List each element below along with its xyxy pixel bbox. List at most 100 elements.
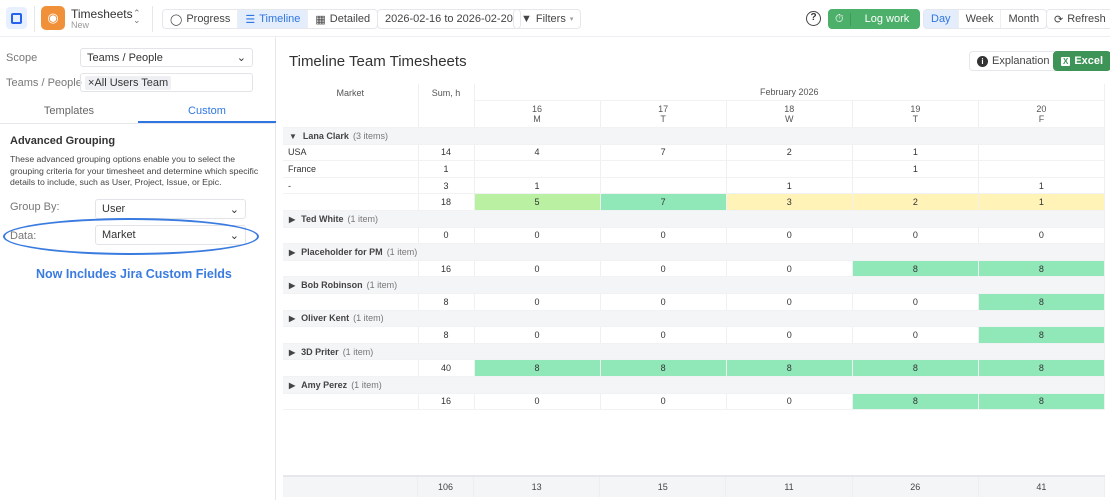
caret-right-icon[interactable]: ▶ bbox=[289, 248, 295, 257]
tab-progress[interactable]: ◯Progress bbox=[163, 10, 237, 28]
hours-cell[interactable] bbox=[726, 161, 852, 178]
app-title[interactable]: Timesheets bbox=[71, 7, 133, 21]
hours-cell[interactable] bbox=[978, 161, 1104, 178]
caret-down-icon[interactable]: ▼ bbox=[289, 132, 297, 141]
weekday: F bbox=[1039, 114, 1045, 124]
total-hours-cell[interactable]: 0 bbox=[474, 294, 600, 311]
group-row[interactable]: ▶Oliver Kent(1 item) bbox=[283, 310, 1105, 327]
hours-cell[interactable] bbox=[978, 144, 1104, 161]
total-hours-cell[interactable]: 7 bbox=[600, 194, 726, 211]
total-hours-cell[interactable]: 0 bbox=[978, 227, 1104, 244]
teams-input[interactable]: ×All Users Team bbox=[80, 73, 253, 92]
hours-cell[interactable]: 2 bbox=[726, 144, 852, 161]
period-week[interactable]: Week bbox=[958, 10, 1001, 28]
empty-cell bbox=[283, 360, 418, 377]
sum-cell: 18 bbox=[418, 194, 474, 211]
group-row[interactable]: ▶Amy Perez(1 item) bbox=[283, 377, 1105, 394]
caret-right-icon[interactable]: ▶ bbox=[289, 381, 295, 390]
total-hours-cell[interactable]: 2 bbox=[852, 194, 978, 211]
hours-cell[interactable]: 7 bbox=[600, 144, 726, 161]
total-hours-cell[interactable]: 0 bbox=[726, 227, 852, 244]
caret-right-icon[interactable]: ▶ bbox=[289, 348, 295, 357]
total-hours-cell[interactable]: 0 bbox=[726, 327, 852, 344]
total-hours-cell[interactable]: 8 bbox=[978, 393, 1104, 410]
total-hours-cell[interactable]: 0 bbox=[474, 227, 600, 244]
total-hours-cell[interactable]: 0 bbox=[726, 260, 852, 277]
total-hours-cell[interactable]: 8 bbox=[978, 260, 1104, 277]
tab-custom[interactable]: Custom bbox=[138, 100, 276, 123]
grid-icon: ▦ bbox=[315, 13, 325, 26]
total-hours-cell[interactable]: 1 bbox=[978, 194, 1104, 211]
tab-timeline[interactable]: ☰Timeline bbox=[237, 10, 307, 28]
total-hours-cell[interactable]: 3 bbox=[726, 194, 852, 211]
total-hours-cell[interactable]: 8 bbox=[852, 260, 978, 277]
tab-templates[interactable]: Templates bbox=[0, 100, 138, 123]
tab-detailed[interactable]: ▦Detailed bbox=[307, 10, 377, 28]
filters-button[interactable]: ▼Filters▾ bbox=[513, 9, 581, 29]
column-header-market[interactable]: Market bbox=[283, 84, 418, 128]
caret-right-icon[interactable]: ▶ bbox=[289, 215, 295, 224]
group-by-select[interactable]: User⌄ bbox=[95, 199, 246, 219]
hours-cell[interactable]: 1 bbox=[978, 177, 1104, 194]
total-hours-cell[interactable]: 5 bbox=[474, 194, 600, 211]
hours-cell[interactable]: 1 bbox=[852, 161, 978, 178]
total-hours-cell[interactable]: 8 bbox=[978, 294, 1104, 311]
caret-right-icon[interactable]: ▶ bbox=[289, 314, 295, 323]
column-header-sum[interactable]: Sum, h bbox=[418, 84, 474, 128]
total-hours-cell[interactable]: 0 bbox=[852, 327, 978, 344]
hours-cell[interactable] bbox=[600, 161, 726, 178]
hours-cell[interactable] bbox=[852, 177, 978, 194]
empty-cell bbox=[283, 194, 418, 211]
total-hours-cell[interactable]: 8 bbox=[978, 360, 1104, 377]
excel-button[interactable]: XExcel bbox=[1053, 51, 1110, 71]
total-hours-cell[interactable]: 0 bbox=[600, 260, 726, 277]
total-hours-cell[interactable]: 8 bbox=[852, 360, 978, 377]
total-hours-cell[interactable]: 0 bbox=[726, 294, 852, 311]
date-range-picker[interactable]: 2026-02-16 to 2026-02-20 bbox=[377, 9, 521, 29]
chevron-down-icon: ⌄ bbox=[237, 51, 246, 64]
total-hours-cell[interactable]: 0 bbox=[474, 327, 600, 344]
group-row[interactable]: ▼Lana Clark(3 items) bbox=[283, 128, 1105, 145]
explanation-button[interactable]: iExplanation bbox=[969, 51, 1058, 71]
hours-cell[interactable]: 1 bbox=[726, 177, 852, 194]
total-hours-cell[interactable]: 8 bbox=[600, 360, 726, 377]
group-row[interactable]: ▶Ted White(1 item) bbox=[283, 211, 1105, 228]
log-work-button[interactable]: ⏱Log work bbox=[828, 9, 920, 29]
group-row[interactable]: ▶3D Priter(1 item) bbox=[283, 343, 1105, 360]
chevron-updown-icon[interactable]: ⌃⌄ bbox=[133, 10, 141, 24]
totals-row: 1061315112641 bbox=[283, 475, 1105, 497]
total-hours-cell[interactable]: 8 bbox=[726, 360, 852, 377]
total-hours-cell[interactable]: 8 bbox=[474, 360, 600, 377]
top-bar: ◉ Timesheets New ⌃⌄ ◯Progress ☰Timeline … bbox=[0, 0, 1110, 37]
caret-icon: ▾ bbox=[570, 15, 574, 23]
hours-cell[interactable] bbox=[600, 177, 726, 194]
total-hours-cell[interactable]: 0 bbox=[600, 327, 726, 344]
total-hours-cell[interactable]: 0 bbox=[474, 260, 600, 277]
total-hours-cell[interactable]: 0 bbox=[600, 393, 726, 410]
hours-cell[interactable]: 1 bbox=[474, 177, 600, 194]
total-hours-cell[interactable]: 8 bbox=[978, 327, 1104, 344]
total-hours-cell[interactable]: 0 bbox=[600, 227, 726, 244]
group-row[interactable]: ▶Placeholder for PM(1 item) bbox=[283, 244, 1105, 261]
hours-cell[interactable]: 4 bbox=[474, 144, 600, 161]
team-tag-label: All Users Team bbox=[94, 77, 168, 89]
tab-label: Timeline bbox=[259, 13, 300, 25]
total-hours-cell[interactable]: 8 bbox=[852, 393, 978, 410]
market-cell: USA bbox=[283, 144, 418, 161]
total-hours-cell[interactable]: 0 bbox=[726, 393, 852, 410]
group-row[interactable]: ▶Bob Robinson(1 item) bbox=[283, 277, 1105, 294]
hours-cell[interactable] bbox=[474, 161, 600, 178]
help-icon[interactable]: ? bbox=[806, 11, 821, 26]
hours-cell[interactable]: 1 bbox=[852, 144, 978, 161]
total-hours-cell[interactable]: 0 bbox=[474, 393, 600, 410]
empty-cell bbox=[283, 227, 418, 244]
period-day[interactable]: Day bbox=[924, 10, 958, 28]
total-hours-cell[interactable]: 0 bbox=[852, 294, 978, 311]
scope-select[interactable]: Teams / People⌄ bbox=[80, 48, 253, 67]
refresh-button[interactable]: ⟳Refresh bbox=[1046, 9, 1110, 29]
sidebar-toggle-button[interactable] bbox=[6, 7, 27, 29]
total-hours-cell[interactable]: 0 bbox=[852, 227, 978, 244]
period-month[interactable]: Month bbox=[1000, 10, 1046, 28]
caret-right-icon[interactable]: ▶ bbox=[289, 281, 295, 290]
total-hours-cell[interactable]: 0 bbox=[600, 294, 726, 311]
